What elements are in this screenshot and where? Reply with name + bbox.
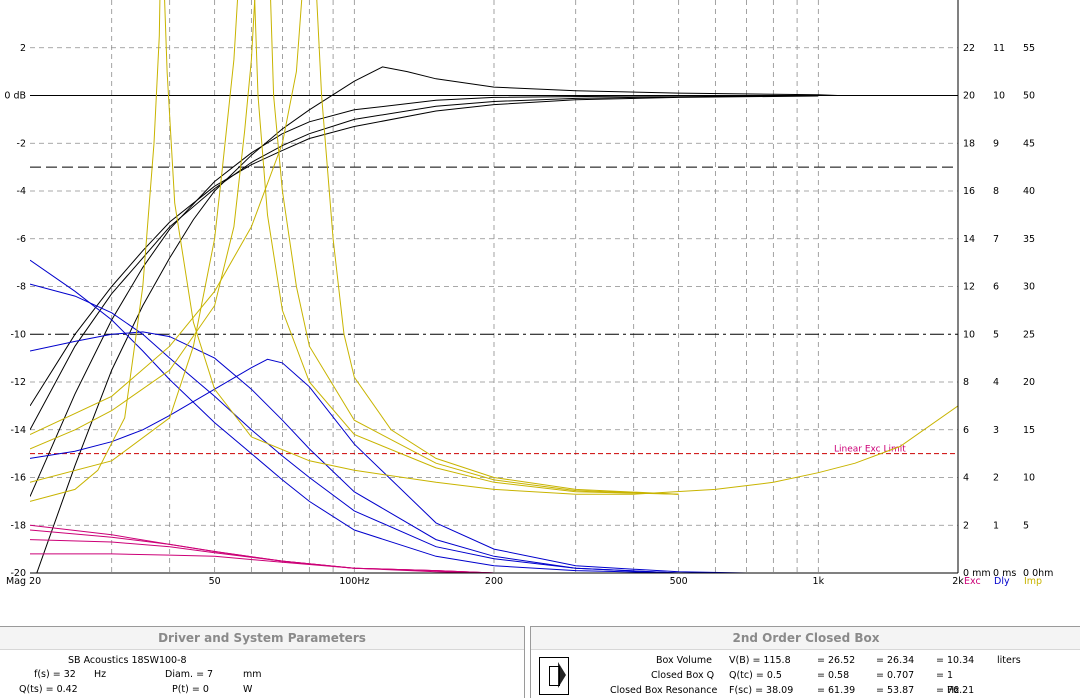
magnitude-curve-0 [36, 66, 838, 573]
right-tick-label-imp: 30 [1023, 282, 1035, 293]
right-tick-label-dly: 5 [993, 329, 999, 340]
box-volume-v3[interactable]: = 26.34 [876, 655, 914, 666]
x-tick-label: 500 [670, 576, 688, 587]
closed-box-q-v2[interactable]: = 0.58 [817, 670, 849, 681]
right-tick-label-exc: 20 [963, 91, 975, 102]
box-volume-label: Box Volume [656, 655, 713, 666]
right-tick-label-exc: 6 [963, 425, 969, 436]
closed-box-q-label: Closed Box Q [651, 670, 715, 681]
y-tick-label: -12 [10, 377, 26, 388]
impedance-curve-15 [254, 0, 679, 495]
box-volume-v2[interactable]: = 26.52 [817, 655, 855, 666]
closed-box-panel: 2nd Order Closed Box Box Volume V(B) = 1… [530, 626, 1080, 698]
right-tick-label-imp: 20 [1023, 377, 1035, 388]
right-tick-label-exc: 12 [963, 282, 975, 293]
right-tick-label-dly: 6 [993, 282, 999, 293]
right-tick-label-exc: 16 [963, 186, 975, 197]
right-tick-label-exc: 8 [963, 377, 969, 388]
closed-box-q-v3[interactable]: = 0.707 [876, 670, 914, 681]
y-tick-label: -10 [10, 329, 26, 340]
right-tick-label-imp: 35 [1023, 234, 1035, 245]
impedance-curve-18 [30, 0, 303, 435]
right-axis-name-imp: Imp [1024, 576, 1042, 587]
y-tick-label: -4 [17, 186, 26, 197]
y-tick-label: -8 [17, 282, 26, 293]
param-pt-unit: W [243, 684, 253, 695]
response-chart: Linear Exc Limit Mag 20 50 100Hz 200 500 1k 2k… [4, 0, 1053, 587]
right-axis-name-exc: Exc [964, 576, 981, 587]
excursion-curve-10 [30, 539, 495, 573]
closed-box-q-v4[interactable]: = 1 [936, 670, 953, 681]
impedance-curve-19 [316, 0, 679, 495]
closed-box-resonance-unit: Hz [947, 685, 960, 696]
y-tick-label: -2 [17, 138, 26, 149]
closed-box-panel-title: 2nd Order Closed Box [531, 627, 1080, 650]
right-tick-label-dly: 4 [993, 377, 999, 388]
right-tick-label-exc: 14 [963, 234, 975, 245]
right-tick-label-dly: 9 [993, 138, 999, 149]
right-tick-label-imp: 25 [1023, 329, 1035, 340]
right-tick-label-imp: 50 [1023, 91, 1035, 102]
driver-name: SB Acoustics 18SW100-8 [68, 655, 187, 666]
param-diam[interactable]: Diam. = 7 [165, 669, 213, 680]
y-tick-label: 0 dB [4, 91, 26, 102]
right-tick-label-dly: 11 [993, 43, 1005, 54]
right-tick-label-imp: 40 [1023, 186, 1035, 197]
x-tick-label: 1k [813, 576, 825, 587]
closed-box-resonance-label: Closed Box Resonance [610, 685, 718, 696]
right-tick-label-exc: 22 [963, 43, 975, 54]
y-tick-label: 2 [20, 43, 26, 54]
right-tick-label-dly: 8 [993, 186, 999, 197]
impedance-curve-16 [30, 0, 256, 450]
right-tick-label-exc: 4 [963, 473, 969, 484]
right-tick-label-exc: 10 [963, 329, 975, 340]
impedance-curve-12 [30, 0, 161, 502]
right-tick-label-imp: 10 [1023, 473, 1035, 484]
right-tick-label-dly: 7 [993, 234, 999, 245]
y-tick-label: -14 [10, 425, 26, 436]
param-qts[interactable]: Q(ts) = 0.42 [19, 684, 78, 695]
closed-box-resonance-v1[interactable]: F(sc) = 38.09 [729, 685, 793, 696]
x-tick-label: 200 [485, 576, 503, 587]
linear-exc-limit-label: Linear Exc Limit [834, 445, 906, 455]
right-tick-label-imp: 5 [1023, 520, 1029, 531]
param-diam-unit: mm [243, 669, 262, 680]
chart-curves [30, 0, 958, 573]
right-axis-name-dly: Dly [994, 576, 1010, 587]
box-volume-v1[interactable]: V(B) = 115.8 [729, 655, 791, 666]
closed-box-icon [539, 657, 569, 695]
box-volume-v4[interactable]: = 10.34 [936, 655, 974, 666]
right-tick-label-dly: 2 [993, 473, 999, 484]
y-tick-label: -6 [17, 234, 26, 245]
impedance-curve-14 [30, 0, 238, 483]
impedance-curve-17 [270, 0, 679, 495]
closed-box-resonance-v3[interactable]: = 53.87 [876, 685, 914, 696]
param-pt[interactable]: P(t) = 0 [172, 684, 209, 695]
param-fs[interactable]: f(s) = 32 [34, 669, 76, 680]
y-tick-label: -18 [10, 520, 26, 531]
right-tick-label-imp: 55 [1023, 43, 1035, 54]
right-tick-label-dly: 10 [993, 91, 1005, 102]
x-tick-label: 50 [209, 576, 221, 587]
param-fs-unit: Hz [94, 669, 107, 680]
driver-panel-title: Driver and System Parameters [0, 627, 524, 650]
box-volume-unit: liters [997, 655, 1021, 666]
chart-grid [30, 0, 959, 573]
driver-parameters-panel: Driver and System Parameters SB Acoustic… [0, 626, 525, 698]
y-tick-label: -16 [10, 473, 26, 484]
right-tick-label-dly: 1 [993, 520, 999, 531]
chart-axes: Mag 20 50 100Hz 200 500 1k 2k20 dB-2-4-6-8-10-… [4, 0, 1053, 587]
right-tick-label-imp: 45 [1023, 138, 1035, 149]
closed-box-q-v1[interactable]: Q(tc) = 0.5 [729, 670, 782, 681]
right-tick-label-imp: 15 [1023, 425, 1035, 436]
right-tick-label-dly: 3 [993, 425, 999, 436]
excursion-curve-9 [30, 529, 495, 573]
magnitude-curve-2 [30, 95, 819, 431]
x-tick-label: 100Hz [339, 576, 369, 587]
closed-box-resonance-v2[interactable]: = 61.39 [817, 685, 855, 696]
impedance-curve-13 [164, 0, 958, 495]
y-tick-label: -20 [10, 568, 26, 579]
right-tick-label-exc: 2 [963, 520, 969, 531]
right-tick-label-exc: 18 [963, 138, 975, 149]
